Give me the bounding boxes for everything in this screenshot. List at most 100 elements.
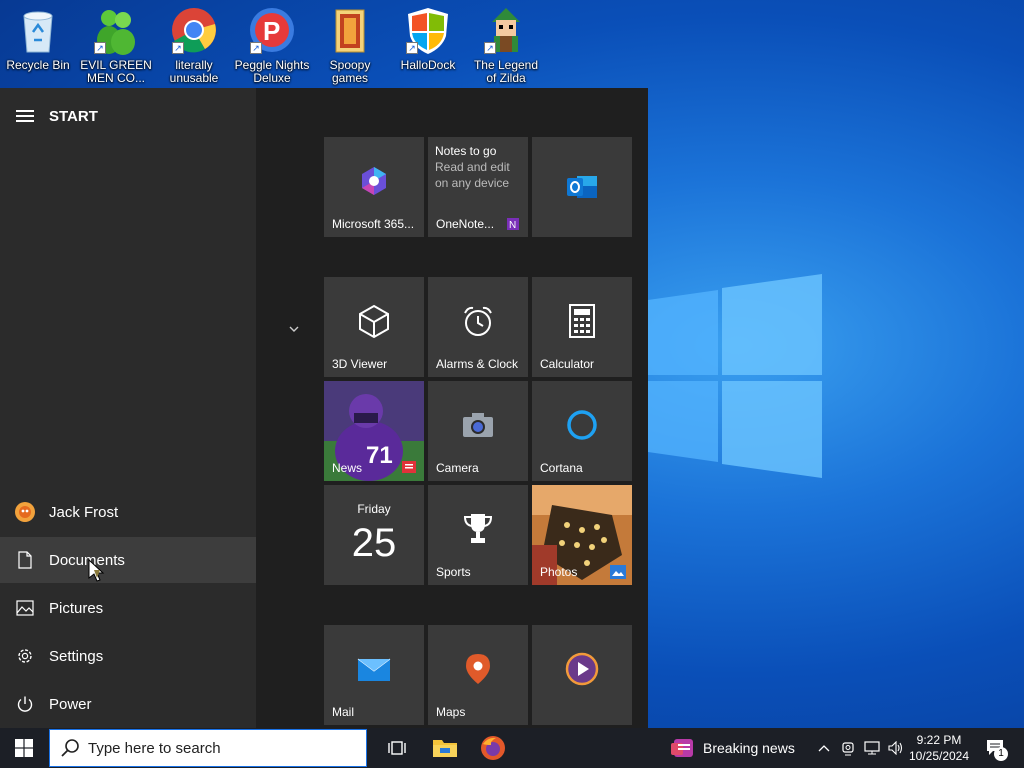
clock-date: 10/25/2024 [908, 749, 970, 763]
taskbar-firefox[interactable] [469, 728, 517, 768]
tile-sports[interactable]: Sports [428, 485, 528, 585]
camera-icon [463, 413, 493, 437]
search-input[interactable] [88, 739, 348, 757]
start-item-label: Settings [49, 647, 104, 665]
user-name: Jack Frost [49, 503, 119, 521]
tile-label: 3D Viewer [332, 357, 388, 371]
cube-3d-icon [359, 304, 389, 339]
tile-mail[interactable]: Mail [324, 625, 424, 725]
shortcut-arrow-icon: ↗ [172, 42, 184, 54]
tile-news[interactable]: 71 News [324, 381, 424, 481]
tray-overflow-chevron[interactable] [812, 728, 836, 768]
tile-label: Microsoft 365... [332, 217, 415, 231]
tile-onenote[interactable]: Notes to go Read and edit on any device … [428, 137, 528, 237]
start-item-power[interactable]: Power [0, 681, 256, 727]
desktop-icon-peggle[interactable]: P ↗ Peggle Nights Deluxe [234, 4, 310, 85]
start-menu-title: START [49, 107, 98, 125]
start-button[interactable] [0, 728, 48, 768]
pictures-icon [14, 597, 36, 619]
system-tray [812, 728, 908, 768]
task-view-button[interactable] [373, 728, 421, 768]
desktop-icon-legend-of-zilda[interactable]: ↗ The Legend of Zilda [468, 4, 544, 85]
start-user-account[interactable]: Jack Frost [0, 489, 256, 535]
chevron-up-icon [818, 745, 830, 752]
folder-games-icon [326, 4, 374, 56]
tile-maps[interactable]: Maps [428, 625, 528, 725]
start-item-label: Power [49, 695, 92, 713]
tile-alarms-clock[interactable]: Alarms & Clock [428, 277, 528, 377]
desktop-icon-chrome[interactable]: ↗ literally unusable [156, 4, 232, 85]
tile-calculator[interactable]: Calculator [532, 277, 632, 377]
notification-center-button[interactable]: 1 [978, 728, 1014, 768]
folder-icon [433, 740, 457, 757]
desktop-icon-recycle-bin[interactable]: Recycle Bin [0, 4, 76, 72]
volume-icon [888, 741, 903, 755]
map-pin-icon [466, 654, 490, 684]
tile-label: Maps [436, 705, 466, 719]
search-icon [61, 739, 79, 757]
taskbar-clock[interactable]: 9:22 PM 10/25/2024 [904, 732, 974, 764]
taskbar: Breaking news 9:22 PM 10/25/2024 1 [0, 728, 1024, 768]
tile-calendar[interactable]: Friday 25 [324, 485, 424, 585]
avatar [14, 501, 36, 523]
network-icon [864, 741, 880, 755]
start-menu-left-rail: START Jack Frost Documents Pictures Sett [0, 88, 256, 728]
desktop-icon-spoopy-games[interactable]: Spoopy games [312, 4, 388, 85]
power-icon [14, 693, 36, 715]
start-item-documents[interactable]: Documents [0, 537, 256, 583]
tile-3d-viewer[interactable]: 3D Viewer [324, 277, 424, 377]
start-item-settings[interactable]: Settings [0, 633, 256, 679]
play-icon [565, 652, 599, 686]
tile-label: Sports [436, 565, 471, 579]
tray-network[interactable] [860, 728, 884, 768]
taskbar-news-widget[interactable]: Breaking news [670, 728, 795, 768]
gear-icon [14, 645, 36, 667]
tray-meet-now[interactable] [836, 728, 860, 768]
news-widget-label: Breaking news [703, 740, 795, 756]
calendar-date: 25 [351, 521, 397, 565]
windows-shield-icon: ↗ [404, 4, 452, 56]
taskbar-file-explorer[interactable] [421, 728, 469, 768]
start-menu-header: START [0, 104, 256, 128]
start-item-label: Pictures [49, 599, 104, 617]
tile-media-player[interactable] [532, 625, 632, 725]
wallpaper-windows-logo [648, 274, 822, 478]
microsoft-365-icon [362, 167, 386, 195]
trophy-icon [463, 514, 493, 543]
cursor-busy-icon [88, 558, 105, 582]
tile-outlook[interactable] [532, 137, 632, 237]
tile-cortana[interactable]: Cortana [532, 381, 632, 481]
tile-label: Mail [332, 705, 355, 719]
desktop-icon-evil-green-men[interactable]: ↗ EVIL GREEN MEN CO... [78, 4, 154, 85]
cortana-icon [567, 410, 597, 440]
firefox-icon [481, 736, 505, 760]
svg-text:P: P [263, 16, 280, 46]
recycle-bin-icon [14, 4, 62, 56]
start-menu: START Jack Frost Documents Pictures Sett [0, 88, 648, 728]
taskbar-search-box[interactable] [49, 729, 367, 767]
onenote-tile-subtitle: Read and edit on any device [435, 160, 510, 190]
tile-label: Photos [540, 565, 578, 579]
tile-camera[interactable]: Camera [428, 381, 528, 481]
windows-logo-icon [15, 739, 33, 757]
tile-label: Camera [436, 461, 479, 475]
tile-label: Calculator [540, 357, 595, 371]
svg-text:N: N [509, 220, 516, 231]
notification-count-badge: 1 [994, 747, 1008, 761]
photos-badge-icon [610, 565, 626, 579]
start-item-pictures[interactable]: Pictures [0, 585, 256, 631]
hamburger-menu-icon[interactable] [16, 110, 34, 122]
mail-icon [357, 658, 391, 681]
tile-microsoft-365[interactable]: Microsoft 365... [324, 137, 424, 237]
zelda-icon: ↗ [482, 4, 530, 56]
tile-label: News [332, 461, 363, 475]
desktop-icon-hallodock[interactable]: ↗ HalloDock [390, 4, 466, 72]
tile-photos[interactable]: Photos [532, 485, 632, 585]
shortcut-arrow-icon: ↗ [250, 42, 262, 54]
chrome-icon: ↗ [170, 4, 218, 56]
chevron-down-icon[interactable] [286, 321, 302, 337]
tile-label: OneNote... [436, 217, 495, 231]
green-men-icon: ↗ [92, 4, 140, 56]
clock-time: 9:22 PM [916, 733, 962, 747]
shortcut-arrow-icon: ↗ [406, 42, 418, 54]
